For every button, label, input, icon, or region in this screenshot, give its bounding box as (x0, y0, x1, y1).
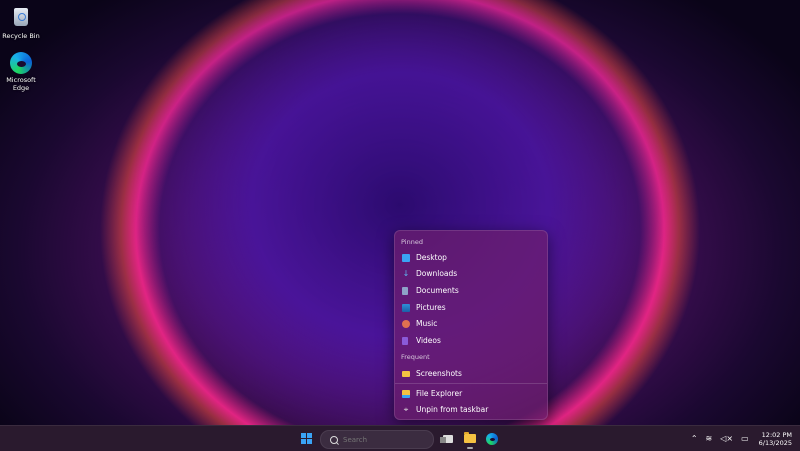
jumplist-item-label: Downloads (416, 269, 458, 278)
desktop-icon-label: Microsoft Edge (6, 76, 36, 92)
jumplist-item-screenshots[interactable]: Screenshots (400, 366, 542, 381)
desktop-icon-recycle-bin[interactable]: Recycle Bin (0, 6, 42, 40)
wifi-icon[interactable]: ≋ (706, 434, 713, 443)
desktop-icon-label: Recycle Bin (2, 32, 40, 40)
edge-icon (486, 432, 498, 445)
desktop-icon-edge[interactable]: Microsoft Edge (0, 52, 42, 92)
edge-icon (10, 52, 32, 74)
file-explorer-icon (402, 389, 410, 398)
volume-muted-icon[interactable]: ◁× (720, 434, 733, 443)
running-indicator (467, 447, 473, 449)
jumplist-item-desktop[interactable]: Desktop (400, 250, 542, 265)
start-button[interactable] (296, 430, 316, 447)
taskbar-search[interactable] (320, 430, 434, 449)
search-icon (330, 435, 338, 444)
jumplist-item-downloads[interactable]: ↓ Downloads (400, 266, 542, 281)
jumplist-item-label: Screenshots (416, 369, 462, 378)
jumplist-item-label: Documents (416, 286, 459, 295)
jumplist-item-music[interactable]: Music (400, 316, 542, 331)
videos-icon (402, 336, 408, 345)
taskbar-jump-list: Pinned Desktop ↓ Downloads Documents Pic… (394, 230, 548, 420)
section-label-pinned: Pinned (401, 238, 423, 246)
desktop-folder-icon (402, 253, 410, 262)
jumplist-item-pictures[interactable]: Pictures (400, 300, 542, 315)
task-view-button[interactable] (438, 430, 458, 447)
file-explorer-icon (464, 432, 476, 443)
system-tray: ⌃ ≋ ◁× ▭ 12:02 PM 6/13/2025 (687, 429, 792, 448)
taskbar-edge-button[interactable] (482, 430, 502, 447)
jumplist-item-label: Music (416, 319, 438, 328)
jumplist-divider (395, 383, 547, 384)
documents-icon (402, 286, 408, 295)
jumplist-item-documents[interactable]: Documents (400, 283, 542, 298)
task-view-icon (440, 434, 453, 443)
pictures-icon (402, 303, 410, 312)
battery-icon[interactable]: ▭ (741, 434, 749, 443)
jumplist-action-file-explorer[interactable]: File Explorer (400, 386, 542, 401)
jumplist-item-label: Videos (416, 336, 441, 345)
download-icon: ↓ (402, 268, 410, 278)
recycle-bin-icon (10, 8, 32, 30)
jumplist-item-label: Desktop (416, 253, 447, 262)
jumplist-action-unpin[interactable]: ⌖ Unpin from taskbar (400, 402, 542, 417)
music-icon (402, 319, 410, 328)
clock-time: 12:02 PM (761, 430, 792, 439)
folder-icon (402, 370, 410, 377)
taskbar-file-explorer-button[interactable] (460, 430, 480, 449)
windows-logo-icon (300, 433, 312, 444)
jumplist-item-label: Unpin from taskbar (416, 405, 489, 414)
clock-date: 6/13/2025 (758, 438, 792, 447)
jumplist-item-videos[interactable]: Videos (400, 333, 542, 348)
section-label-frequent: Frequent (401, 353, 430, 361)
search-input[interactable] (343, 435, 423, 444)
unpin-icon: ⌖ (403, 404, 409, 414)
taskbar-clock[interactable]: 12:02 PM 6/13/2025 (759, 431, 792, 447)
jumplist-item-label: File Explorer (416, 389, 463, 398)
taskbar: ⌃ ≋ ◁× ▭ 12:02 PM 6/13/2025 (0, 425, 800, 451)
chevron-up-icon[interactable]: ⌃ (691, 434, 698, 443)
jumplist-item-label: Pictures (416, 303, 446, 312)
